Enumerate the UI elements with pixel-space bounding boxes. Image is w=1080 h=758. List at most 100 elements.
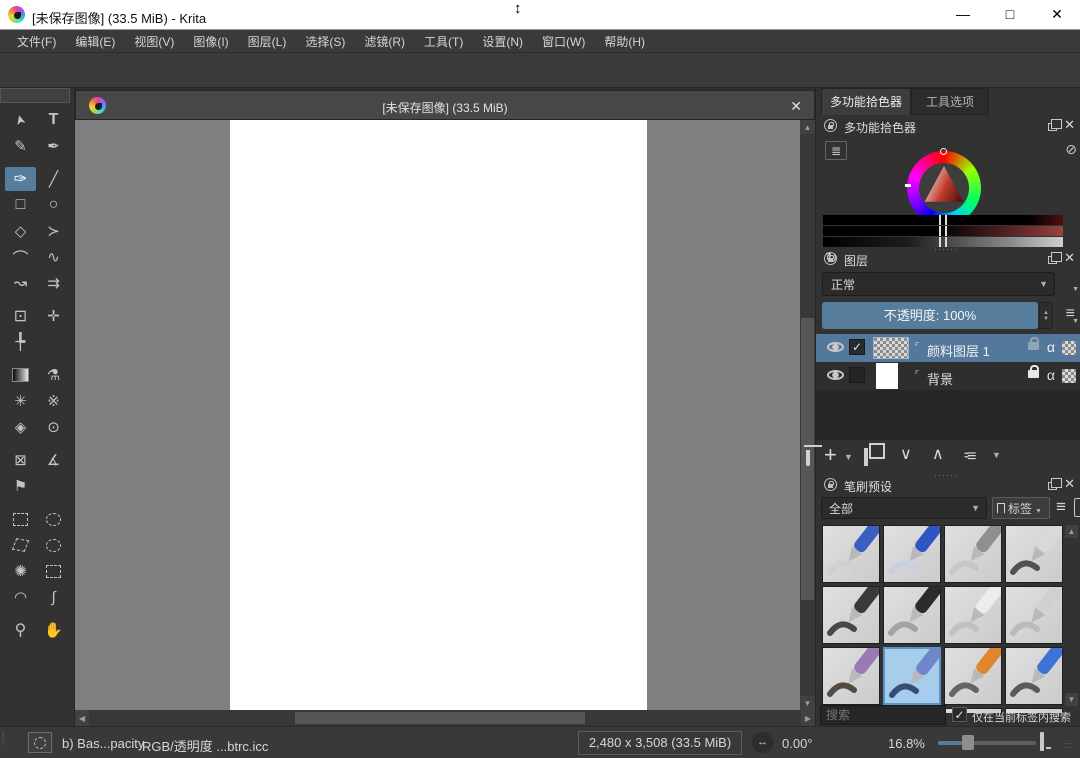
- tool-line[interactable]: ╱: [38, 167, 69, 191]
- tool-pan[interactable]: ✋: [38, 618, 69, 642]
- brush-preset-detail-brush-orange[interactable]: [944, 647, 1002, 705]
- preset-filter-dropdown[interactable]: 全部▼: [821, 497, 987, 519]
- panel-lock-icon[interactable]: [824, 119, 837, 132]
- tool-similar-color-selection[interactable]: ✺: [5, 559, 36, 583]
- canvas-vscrollbar[interactable]: ▲ ▼: [800, 120, 815, 710]
- menu-help[interactable]: 帮助(H): [595, 31, 654, 52]
- layer-lock-icon[interactable]: [1028, 342, 1039, 350]
- no-color-icon[interactable]: ⊘: [1065, 141, 1077, 158]
- subwindow-titlebar[interactable]: [未保存图像] (33.5 MiB) ✕: [75, 90, 815, 120]
- shade-bar-1[interactable]: [823, 215, 1063, 225]
- tool-polyline[interactable]: ≻: [38, 219, 69, 243]
- tool-freehand-path[interactable]: ∿: [38, 245, 69, 269]
- preset-detail-view-icon[interactable]: ⁞: [1074, 498, 1080, 517]
- brush-preset-blue-marker[interactable]: [883, 525, 941, 583]
- brush-preset-airbrush-soft[interactable]: [1005, 525, 1063, 583]
- canvas-viewport[interactable]: [75, 120, 800, 710]
- tool-assistants[interactable]: ⊠: [5, 448, 36, 472]
- search-tag-checkbox[interactable]: ✓: [952, 707, 967, 722]
- tool-crop[interactable]: ╄: [5, 330, 36, 354]
- minimize-button[interactable]: —: [940, 0, 986, 29]
- tool-reference-images[interactable]: ⚑: [5, 474, 36, 498]
- tool-rectangular-selection[interactable]: [5, 507, 36, 531]
- inherit-alpha-icon[interactable]: [1062, 369, 1076, 383]
- layer-name[interactable]: 颜料图层 1: [927, 341, 990, 360]
- tool-smart-patch[interactable]: ✳: [5, 389, 36, 413]
- canvas-page[interactable]: [230, 120, 647, 710]
- preset-scroll-down-icon[interactable]: ▼: [1065, 693, 1078, 706]
- tool-bezier-selection[interactable]: ◠: [5, 585, 36, 609]
- close-button[interactable]: ✕: [1034, 0, 1080, 29]
- float-panel-icon[interactable]: [1048, 256, 1057, 264]
- layer-options-icon[interactable]: ≡▼: [1066, 305, 1075, 323]
- menu-view[interactable]: 视图(V): [125, 31, 183, 52]
- brush-preset-silver-pen[interactable]: [1005, 586, 1063, 644]
- menu-settings[interactable]: 设置(N): [473, 31, 532, 52]
- menu-select[interactable]: 选择(S): [296, 31, 354, 52]
- layer-alpha-icon[interactable]: α: [1047, 367, 1055, 383]
- scroll-up-icon[interactable]: ▲: [800, 120, 815, 134]
- canvas-hscrollbar[interactable]: ◀ ▶: [75, 710, 815, 726]
- tool-enclose-and-fill[interactable]: ⊙: [38, 415, 69, 439]
- inherit-alpha-icon[interactable]: [1062, 341, 1076, 355]
- tool-rectangle[interactable]: □: [5, 193, 36, 217]
- add-layer-caret[interactable]: ▼: [844, 452, 853, 462]
- tool-fill[interactable]: ◈: [5, 415, 36, 439]
- shade-bar-2[interactable]: [823, 226, 1063, 236]
- tool-colorize-mask[interactable]: ※: [38, 389, 69, 413]
- menu-image[interactable]: 图像(I): [184, 31, 237, 52]
- maximize-button[interactable]: □: [987, 0, 1033, 29]
- layer-visibility-icon[interactable]: [827, 342, 844, 352]
- statusbar-brush-name[interactable]: b) Bas...pacity: [62, 736, 144, 751]
- tool-multibrush[interactable]: ⇉: [38, 271, 69, 295]
- tool-magnetic-selection[interactable]: ∫: [38, 585, 69, 609]
- panel-lock-icon[interactable]: [824, 478, 837, 491]
- tool-zoom[interactable]: ⚲: [5, 618, 36, 642]
- fit-to-screen-icon[interactable]: [1040, 732, 1044, 751]
- layer-row-paint-layer[interactable]: ✓ ⟔ 颜料图层 1 α: [816, 334, 1080, 362]
- layer-name[interactable]: 背景: [927, 369, 953, 388]
- tool-contiguous-selection[interactable]: [38, 559, 69, 583]
- scroll-down-icon[interactable]: ▼: [800, 696, 815, 710]
- close-panel-icon[interactable]: ✕: [1064, 117, 1075, 133]
- hue-ring[interactable]: [907, 151, 981, 225]
- tab-tool-options[interactable]: 工具选项: [911, 88, 989, 115]
- layer-visibility-icon[interactable]: [827, 370, 844, 380]
- menu-tools[interactable]: 工具(T): [415, 31, 472, 52]
- canvas-rotation-icon[interactable]: ↔: [752, 732, 773, 753]
- brush-preset-paintbrush-purple[interactable]: [822, 647, 880, 705]
- menu-layer[interactable]: 图层(L): [239, 31, 296, 52]
- scroll-left-icon[interactable]: ◀: [75, 710, 89, 726]
- float-panel-icon[interactable]: [1048, 482, 1057, 490]
- layer-checkbox[interactable]: ✓: [849, 339, 865, 355]
- panel-lock-icon[interactable]: [824, 252, 837, 265]
- brush-preset-block-eraser[interactable]: [822, 525, 880, 583]
- tool-calligraphy[interactable]: ✒: [38, 134, 69, 158]
- brush-preset-gray-smudge[interactable]: [944, 525, 1002, 583]
- tool-freehand-brush[interactable]: ✑: [5, 167, 36, 191]
- move-layer-up-icon[interactable]: ∧: [932, 444, 944, 464]
- toolbox-drag-handle[interactable]: [0, 88, 70, 103]
- tool-edit-shapes[interactable]: ✎: [5, 134, 36, 158]
- menu-window[interactable]: 窗口(W): [533, 31, 594, 52]
- preset-search-input[interactable]: [820, 705, 946, 725]
- layer-checkbox[interactable]: [849, 367, 865, 383]
- preset-display-mode-icon[interactable]: ≡: [1056, 497, 1066, 517]
- brush-preset-gel-pen[interactable]: [944, 586, 1002, 644]
- tool-text[interactable]: T: [38, 108, 69, 132]
- selector-settings-icon[interactable]: ≣: [825, 141, 847, 160]
- statusbar-color-profile[interactable]: RGB/透明度 ...btrc.icc: [142, 736, 268, 755]
- menu-filter[interactable]: 滤镜(R): [355, 31, 414, 52]
- delete-layer-icon[interactable]: [806, 450, 810, 466]
- statusbar-grip[interactable]: ⁞⁞⁞: [2, 733, 4, 745]
- brush-preset-ink-pen[interactable]: [822, 586, 880, 644]
- statusbar-image-size[interactable]: 2,480 x 3,508 (33.5 MiB): [578, 731, 742, 755]
- tool-gradient[interactable]: [5, 363, 36, 387]
- tool-bezier-curve[interactable]: ⌒: [5, 245, 36, 269]
- duplicate-layer-icon[interactable]: [864, 448, 868, 466]
- tool-move[interactable]: ✛: [38, 304, 69, 328]
- tool-polygon[interactable]: ◇: [5, 219, 36, 243]
- menu-file[interactable]: 文件(F): [8, 31, 65, 52]
- preset-scroll-up-icon[interactable]: ▲: [1065, 525, 1078, 538]
- move-layer-down-icon[interactable]: ∨: [900, 444, 912, 464]
